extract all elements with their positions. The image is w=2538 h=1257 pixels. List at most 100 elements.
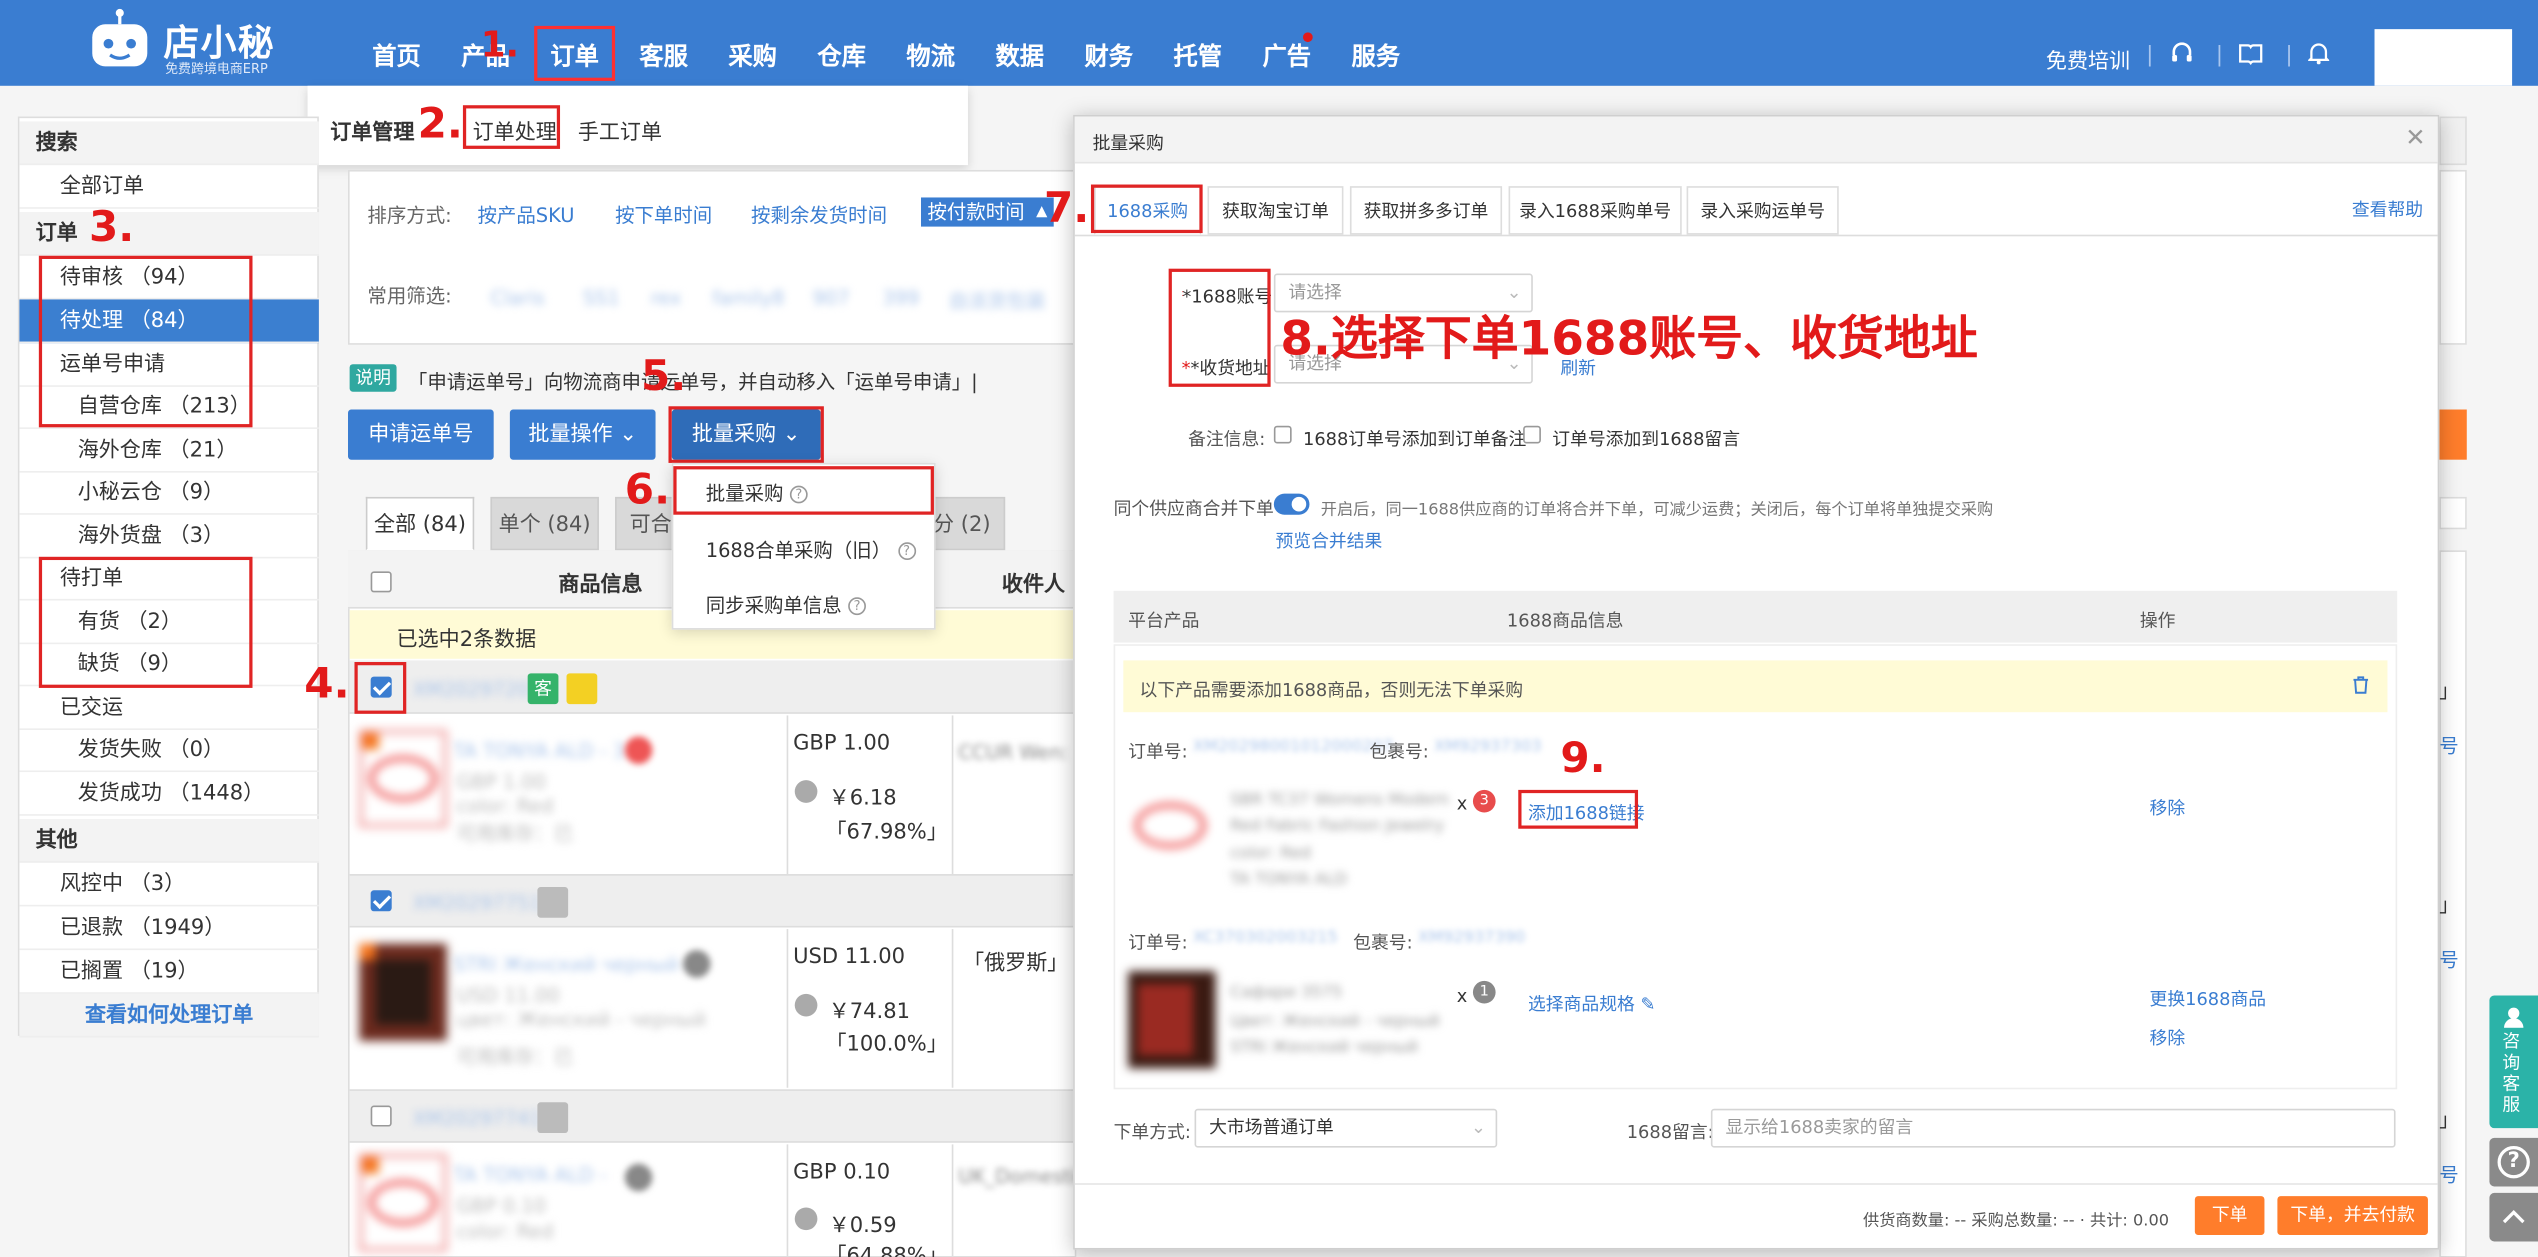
sidebar-item-refunded[interactable]: 已退款 （1949） xyxy=(19,906,319,951)
order-margin: 「64.88%」 xyxy=(825,1244,948,1257)
bell-icon[interactable] xyxy=(2307,42,2331,71)
order-number[interactable]: XM20297751 xyxy=(413,892,542,915)
order-no-label: 订单号: xyxy=(1128,741,1188,763)
free-training-link[interactable]: 免费培训 xyxy=(2046,44,2130,74)
nav-services[interactable]: 服务 xyxy=(1352,39,1401,73)
batch-ops-label: 批量操作 xyxy=(528,422,613,447)
nav-finance[interactable]: 财务 xyxy=(1084,39,1133,73)
tab-enter-waybill-no[interactable]: 录入采购运单号 xyxy=(1686,186,1839,235)
sidebar-item-all-orders[interactable]: 全部订单 xyxy=(19,165,319,209)
package-no[interactable]: XM92937390 xyxy=(1418,929,1525,947)
order-no[interactable]: XC370302003215 xyxy=(1193,929,1338,947)
filter-tag[interactable]: Claris xyxy=(490,286,544,309)
nav-warehouse[interactable]: 仓库 xyxy=(817,39,866,73)
column-divider xyxy=(786,1144,789,1257)
remark-label: 备注信息: xyxy=(1188,428,1266,450)
side-bracket: 」 xyxy=(2439,1108,2459,1132)
side-link[interactable]: 号 xyxy=(2439,945,2458,973)
sort-by-payment-time[interactable]: 按付款时间 ▲ xyxy=(920,197,1054,227)
row-checkbox[interactable] xyxy=(370,890,392,912)
merge-toggle[interactable] xyxy=(1273,493,1310,515)
tab-all[interactable]: 全部 (84) xyxy=(365,496,475,551)
product-name[interactable]: TA TONYA ALD - xyxy=(453,1164,607,1187)
nav-hosting[interactable]: 托管 xyxy=(1173,39,1222,73)
remove-button[interactable]: 移除 xyxy=(2150,795,2186,821)
background-panel-edge xyxy=(2439,116,2467,166)
sort-by-order-time[interactable]: 按下单时间 xyxy=(615,201,712,229)
nav-data[interactable]: 数据 xyxy=(995,39,1044,73)
filter-tag[interactable]: rex xyxy=(651,286,682,309)
item-desc: Цвет: Женский - черный xyxy=(1230,1013,1440,1032)
headset-icon[interactable] xyxy=(2171,42,2194,71)
place-order-and-pay-button[interactable]: 下单，并去付款 xyxy=(2277,1196,2428,1236)
filter-tag[interactable]: SS1 xyxy=(583,286,620,309)
order-number[interactable]: XM20297201 xyxy=(413,678,542,701)
nav-logistics[interactable]: 物流 xyxy=(906,39,955,73)
sidebar-search-heading: 搜索 xyxy=(19,121,319,166)
filter-tag[interactable]: family8 xyxy=(712,286,784,309)
trash-icon[interactable] xyxy=(2352,675,2370,699)
product-name[interactable]: TA TONYA ALD - 3 xyxy=(453,740,625,763)
help-link[interactable]: 查看如何处理订单 xyxy=(19,993,319,1038)
apply-waybill-button[interactable]: 申请运单号 xyxy=(348,409,494,460)
sidebar-item-ship-failed[interactable]: 发货失败 （0） xyxy=(19,728,319,773)
sort-by-remaining-time[interactable]: 按剩余发货时间 xyxy=(751,201,887,229)
message-input[interactable]: 显示给1688卖家的留言 xyxy=(1710,1108,2396,1148)
help-link[interactable]: 查看帮助 xyxy=(2352,196,2423,222)
order-number[interactable]: XM20297741 xyxy=(413,1107,542,1130)
step-8-label: 8.选择下单1688账号、收货地址 xyxy=(1280,310,1978,366)
sidebar-item-xiaomi-cloud[interactable]: 小秘云仓 （9） xyxy=(19,471,319,515)
filter-tag[interactable]: 399 xyxy=(882,286,919,309)
sidebar-item-risk-control[interactable]: 风控中 （3） xyxy=(19,863,319,907)
select-all-checkbox[interactable] xyxy=(370,571,392,593)
close-icon[interactable]: ✕ xyxy=(2405,123,2425,152)
order-type-select[interactable]: 大市场普通订单 ⌄ xyxy=(1194,1108,1498,1148)
remove-button[interactable]: 移除 xyxy=(2150,1025,2186,1051)
sidebar-other-heading: 其他 xyxy=(19,819,319,863)
tab-split[interactable]: 分 (2) xyxy=(930,496,1006,551)
remark-checkbox-2[interactable] xyxy=(1523,425,1541,444)
user-account-box[interactable] xyxy=(2374,29,2513,86)
dropdown-item-merge-purchase[interactable]: 1688合单采购（旧）? xyxy=(706,536,916,564)
customer-service-widget[interactable]: 咨询客服 xyxy=(2489,995,2538,1129)
product-name[interactable]: STRI Женский черный - xyxy=(453,953,692,976)
batch-operations-button[interactable]: 批量操作 ⌄ xyxy=(509,409,656,460)
row-checkbox[interactable] xyxy=(370,1105,392,1127)
book-icon[interactable] xyxy=(2239,42,2263,71)
submenu-manual-order[interactable]: 手工订单 xyxy=(578,115,662,145)
preview-merge-link[interactable]: 预览合并结果 xyxy=(1275,528,1382,554)
side-link[interactable]: 号 xyxy=(2439,732,2458,760)
filter-tag[interactable]: 907 xyxy=(813,286,850,309)
tab-single[interactable]: 单个 (84) xyxy=(490,496,599,551)
nav-ads[interactable]: 广告 xyxy=(1263,39,1312,73)
tab-enter-1688-order-no[interactable]: 录入1688采购单号 xyxy=(1508,186,1682,235)
nav-customer-service[interactable]: 客服 xyxy=(639,39,688,73)
nav-purchase[interactable]: 采购 xyxy=(728,39,777,73)
remark-checkbox-1[interactable] xyxy=(1273,425,1292,444)
sidebar-item-shipped[interactable]: 已交运 xyxy=(19,686,319,730)
item-name: Сафари 3575 xyxy=(1230,984,1343,1002)
back-to-top-widget[interactable] xyxy=(2489,1192,2538,1242)
tab-taobao-orders[interactable]: 获取淘宝订单 xyxy=(1207,186,1344,235)
sidebar-item-on-hold[interactable]: 已搁置 （19） xyxy=(19,950,319,994)
logo-robot-icon[interactable] xyxy=(84,8,155,73)
sidebar-item-overseas-pallet[interactable]: 海外货盘 （3） xyxy=(19,515,319,559)
step-6-label: 6. xyxy=(624,466,671,515)
filter-tag[interactable]: 自派货包装 xyxy=(949,286,1046,314)
tab-pinduoduo-orders[interactable]: 获取拼多多订单 xyxy=(1349,186,1503,235)
place-order-button[interactable]: 下单 xyxy=(2194,1196,2265,1236)
sort-by-sku[interactable]: 按产品SKU xyxy=(477,201,574,229)
package-no[interactable]: XM92937303 xyxy=(1434,738,1541,756)
background-select xyxy=(2439,496,2467,530)
sidebar-item-overseas-warehouse[interactable]: 海外仓库 （21） xyxy=(19,429,319,473)
product-attr: цвет: Женский - черный xyxy=(456,1008,707,1032)
nav-separator: | xyxy=(2146,43,2154,68)
order-no[interactable]: XM20298001012000207 xyxy=(1193,738,1393,756)
dropdown-item-sync-purchase[interactable]: 同步采购单信息? xyxy=(706,591,866,619)
side-link[interactable]: 号 xyxy=(2439,1161,2458,1189)
sidebar-item-ship-success[interactable]: 发货成功 （1448） xyxy=(19,772,319,816)
help-widget[interactable]: ? xyxy=(2489,1137,2538,1187)
nav-home[interactable]: 首页 xyxy=(372,39,421,73)
select-spec-button[interactable]: 选择商品规格 ✎ xyxy=(1528,991,1655,1017)
replace-1688-product-button[interactable]: 更换1688商品 xyxy=(2150,986,2267,1012)
